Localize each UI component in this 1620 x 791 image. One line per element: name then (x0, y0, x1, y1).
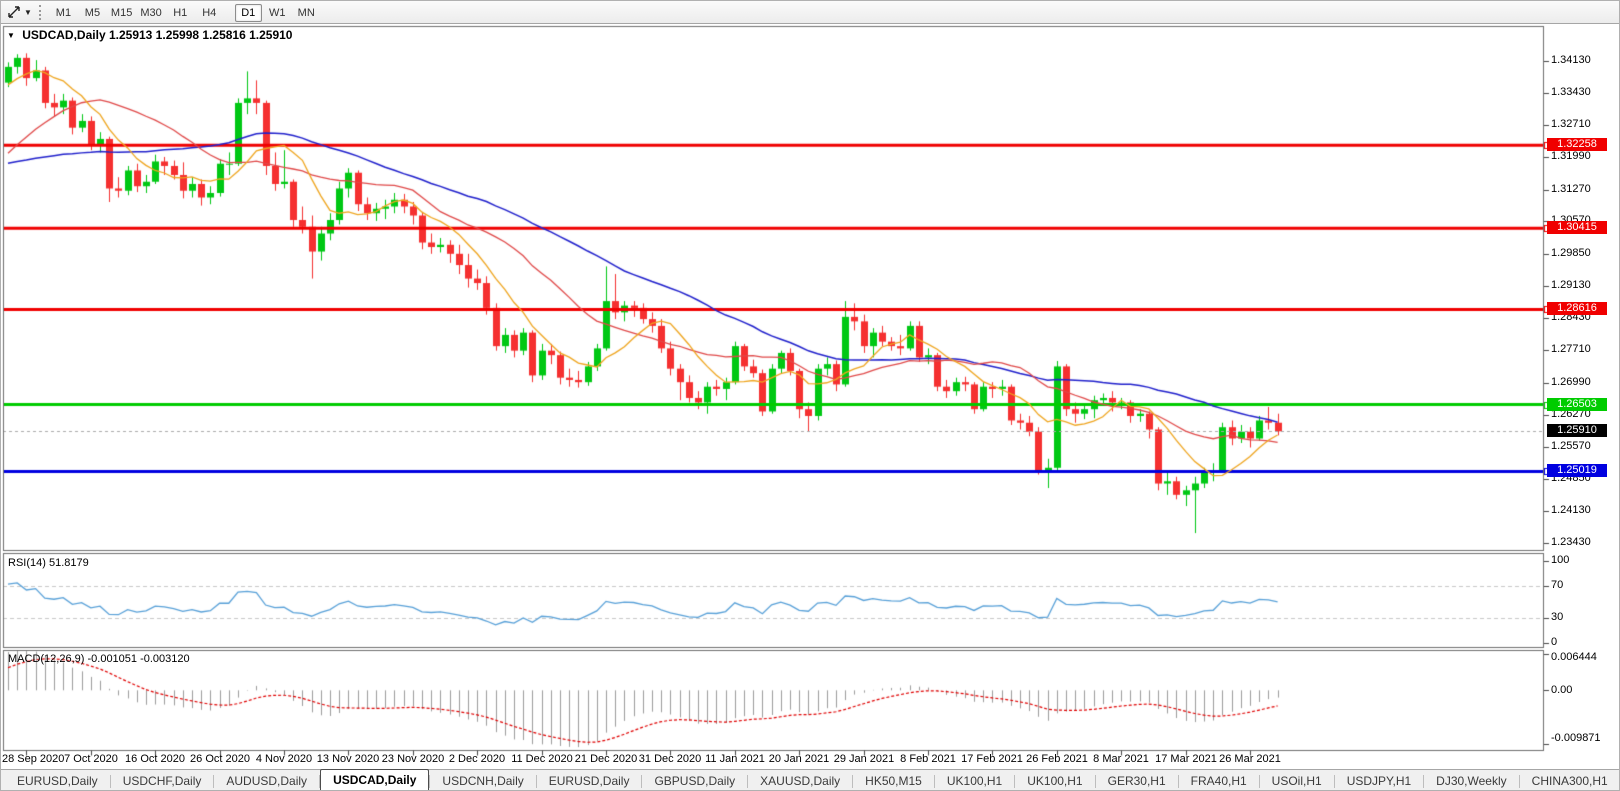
price-axis-label: 1.26990 (1551, 376, 1615, 389)
chart-tab-usdcnh-daily[interactable]: USDCNH,Daily (430, 771, 535, 790)
expander-triangle-icon[interactable]: ▼ (7, 31, 15, 40)
rsi-axis-label: 100 (1551, 554, 1615, 567)
chart-tab-hk50-m15[interactable]: HK50,M15 (853, 771, 934, 790)
chart-tab-ger30-h1[interactable]: GER30,H1 (1096, 771, 1178, 790)
hline-price-tag[interactable]: 1.28616 (1547, 302, 1607, 315)
date-axis-label: 16 Oct 2020 (125, 753, 185, 765)
chart-tab-usdjpy-h1[interactable]: USDJPY,H1 (1335, 771, 1423, 790)
chart-tab-uk100-h1[interactable]: UK100,H1 (1015, 771, 1094, 790)
chart-area: ▼ USDCAD,Daily 1.25913 1.25998 1.25816 1… (1, 24, 1619, 769)
date-axis-label: 11 Dec 2020 (511, 753, 573, 765)
chart-canvas[interactable] (1, 24, 1619, 769)
chart-tab-usdchf-daily[interactable]: USDCHF,Daily (111, 771, 214, 790)
cursor-tool-button[interactable]: ▼ (4, 3, 35, 22)
date-axis-label: 26 Oct 2020 (190, 753, 250, 765)
price-axis-label: 1.32710 (1551, 118, 1615, 131)
hline-price-tag[interactable]: 1.26503 (1547, 398, 1607, 411)
price-axis-label: 1.29130 (1551, 279, 1615, 292)
chart-tab-dj30-weekly[interactable]: DJ30,Weekly (1424, 771, 1518, 790)
date-axis-label: 8 Mar 2021 (1093, 753, 1149, 765)
dropdown-caret-icon: ▼ (24, 7, 32, 17)
date-axis-label: 26 Mar 2021 (1219, 753, 1281, 765)
price-axis-label: 1.27710 (1551, 343, 1615, 356)
price-axis-label: 1.24130 (1551, 504, 1615, 517)
date-axis-label: 21 Dec 2020 (574, 753, 638, 765)
hline-price-tag[interactable]: 1.30415 (1547, 221, 1607, 234)
current-price-tag: 1.25910 (1547, 424, 1607, 437)
date-axis-label: 26 Feb 2021 (1026, 753, 1088, 765)
date-axis-label: 4 Nov 2020 (255, 753, 313, 765)
date-axis-label: 13 Nov 2020 (316, 753, 380, 765)
date-axis-label: 17 Mar 2021 (1155, 753, 1217, 765)
date-axis-label: 11 Jan 2021 (705, 753, 765, 765)
chart-tab-usoil-h1[interactable]: USOil,H1 (1260, 771, 1334, 790)
chart-tab-china300-h1[interactable]: CHINA300,H1 (1520, 771, 1619, 790)
timeframe-button-m30[interactable]: M30 (137, 4, 164, 22)
hline-price-tag[interactable]: 1.25019 (1547, 464, 1607, 477)
timeframe-button-mn[interactable]: MN (293, 4, 320, 22)
price-axis-label: 1.31270 (1551, 183, 1615, 196)
chart-tabs-bar: EURUSD,Daily USDCHF,Daily AUDUSD,Daily USDC… (1, 769, 1619, 790)
rsi-value: 51.8179 (48, 557, 89, 569)
macd-name: MACD(12,26,9) (8, 653, 85, 665)
price-axis-label: 1.31990 (1551, 150, 1615, 163)
macd-axis-label: -0.009871 (1551, 732, 1615, 745)
date-axis-label: 7 Oct 2020 (64, 753, 118, 765)
macd-signal-value: -0.003120 (140, 653, 190, 665)
rsi-name: RSI(14) (8, 557, 46, 569)
chart-tab-eurusd-daily[interactable]: EURUSD,Daily (537, 771, 642, 790)
date-axis-label: 20 Jan 2021 (768, 753, 830, 765)
rsi-axis-label: 70 (1551, 579, 1615, 592)
macd-axis-label: 0.006444 (1551, 651, 1615, 664)
price-axis-label: 1.29850 (1551, 247, 1615, 260)
date-axis-label: 31 Dec 2020 (638, 753, 702, 765)
timeframe-button-w1[interactable]: W1 (264, 4, 291, 22)
price-axis-label: 1.23430 (1551, 536, 1615, 549)
chart-tabs: EURUSD,Daily USDCHF,Daily AUDUSD,Daily USDC… (5, 769, 1619, 790)
date-axis-label: 8 Feb 2021 (900, 753, 956, 765)
date-axis-label: 17 Feb 2021 (961, 753, 1023, 765)
date-axis-label: 23 Nov 2020 (381, 753, 445, 765)
rsi-axis-label: 30 (1551, 611, 1615, 624)
toolbar-grip[interactable] (38, 4, 43, 20)
chart-tab-xauusd-daily[interactable]: XAUUSD,Daily (748, 771, 852, 790)
chart-ohlc-values: 1.25913 1.25998 1.25816 1.25910 (108, 28, 293, 42)
rsi-axis-label: 0 (1551, 636, 1615, 649)
timeframe-button-m15[interactable]: M15 (108, 4, 135, 22)
rsi-indicator-label: RSI(14) 51.8179 (8, 557, 89, 569)
date-axis-label: 28 Sep 2020 (2, 753, 65, 765)
macd-indicator-label: MACD(12,26,9) -0.001051 -0.003120 (8, 653, 190, 665)
chart-title: ▼ USDCAD,Daily 1.25913 1.25998 1.25816 1… (7, 28, 292, 42)
chart-tab-uk100-h1[interactable]: UK100,H1 (935, 771, 1014, 790)
chart-tab-gbpusd-daily[interactable]: GBPUSD,Daily (642, 771, 747, 790)
chart-tab-usdcad-daily[interactable]: USDCAD,Daily (320, 769, 430, 790)
price-axis-label: 1.25570 (1551, 440, 1615, 453)
date-axis-label: 29 Jan 2021 (833, 753, 895, 765)
hline-price-tag[interactable]: 1.32258 (1547, 138, 1607, 151)
chart-tab-audusd-daily[interactable]: AUDUSD,Daily (214, 771, 319, 790)
macd-axis-label: 0.00 (1551, 684, 1615, 697)
timeframe-button-m5[interactable]: M5 (79, 4, 106, 22)
date-axis-label: 2 Dec 2020 (448, 753, 506, 765)
timeframe-button-m1[interactable]: M1 (50, 4, 77, 22)
price-axis-label: 1.34130 (1551, 54, 1615, 67)
timeframe-button-h4[interactable]: H4 (196, 4, 223, 22)
timeframe-toolbar: M1 M5 M15 M30 H1 H4 D1 W1 MN (49, 3, 321, 22)
timeframe-button-h1[interactable]: H1 (167, 4, 194, 22)
trading-terminal-window: ▼ M1 M5 M15 M30 H1 H4 D1 W1 MN ▼ USDCAD,Daily 1.… (0, 0, 1620, 791)
price-axis-label: 1.33430 (1551, 86, 1615, 99)
chart-tab-fra40-h1[interactable]: FRA40,H1 (1179, 771, 1259, 790)
toolbar: ▼ M1 M5 M15 M30 H1 H4 D1 W1 MN (1, 1, 1619, 24)
cursor-crosshair-icon (8, 6, 20, 18)
macd-main-value: -0.001051 (87, 653, 138, 665)
timeframe-button-d1[interactable]: D1 (234, 3, 262, 22)
chart-tab-eurusd-daily[interactable]: EURUSD,Daily (5, 771, 110, 790)
chart-symbol-label: USDCAD,Daily (22, 28, 106, 42)
